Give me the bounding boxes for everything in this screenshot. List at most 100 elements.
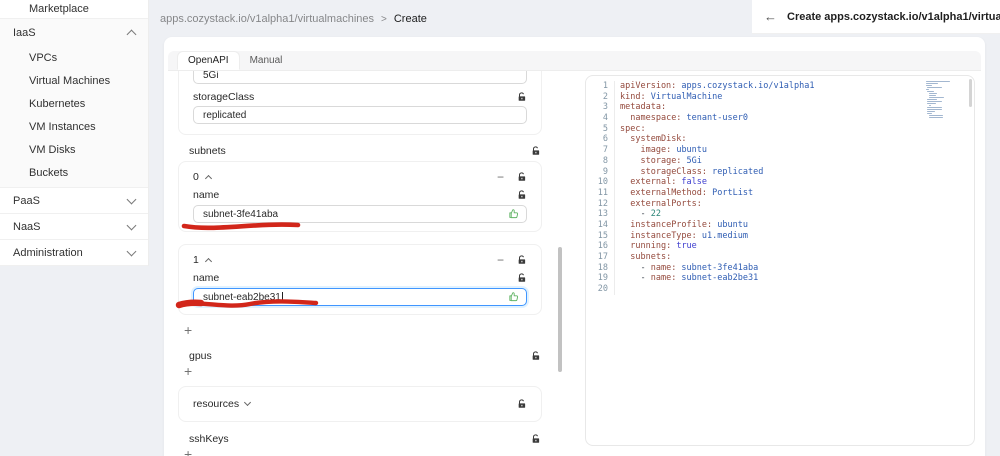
breadcrumb-path[interactable]: apps.cozystack.io/v1alpha1/virtualmachin… [160, 13, 374, 25]
chevron-up-icon [126, 29, 137, 40]
add-gpu-button[interactable]: + [184, 364, 192, 378]
app-window: Marketplace IaaS VPCs Virtual Machines Kuber… [0, 0, 1000, 456]
chevron-down-icon [244, 398, 252, 407]
lock-icon[interactable] [531, 433, 541, 444]
sidebar-item-kubernetes[interactable]: Kubernetes [0, 92, 148, 115]
sidebar-item-buckets[interactable]: Buckets [0, 161, 148, 184]
code-line: 16 running: true [586, 241, 974, 252]
line-number: 3 [586, 102, 615, 114]
code-line: 10 external: false [586, 177, 974, 188]
code-line: 2 kind: VirtualMachine [586, 91, 974, 103]
line-number: 16 [586, 241, 615, 252]
code-line: 20 [586, 284, 974, 295]
line-number: 13 [586, 209, 615, 220]
subnet-0-name-input[interactable]: subnet-3fe41aba [193, 205, 527, 223]
openapi-form: 5Gi storageClass replicated subnets 0 − [165, 71, 555, 456]
code-line: 4 namespace: tenant-user0 [586, 113, 974, 124]
line-number: 9 [586, 166, 615, 178]
code-line: 15 instanceType: u1.medium [586, 230, 974, 242]
subnet-1-name-label: name [193, 271, 220, 284]
line-number: 4 [586, 113, 615, 124]
add-subnet-button[interactable]: + [184, 323, 192, 337]
sidebar-item-vpcs[interactable]: VPCs [0, 46, 148, 69]
tab-openapi[interactable]: OpenAPI [177, 51, 240, 70]
sidebar-item-marketplace[interactable]: Marketplace [0, 0, 148, 19]
add-sshkey-button[interactable]: + [184, 447, 192, 456]
lock-icon[interactable] [531, 350, 541, 361]
subnet-1-name-value: subnet-eab2be31 [203, 291, 281, 303]
remove-icon[interactable]: − [497, 171, 504, 183]
thumbs-up-icon[interactable] [508, 291, 519, 305]
editor-minimap[interactable] [926, 81, 966, 121]
code-line: 11 externalMethod: PortList [586, 187, 974, 199]
lock-icon[interactable] [517, 91, 527, 102]
sidebar-group-label: IaaS [13, 26, 36, 39]
breadcrumb-current: Create [393, 13, 427, 25]
line-number: 10 [586, 177, 615, 188]
lock-icon[interactable] [517, 171, 527, 182]
lock-icon[interactable] [517, 254, 527, 265]
line-number: 15 [586, 230, 615, 242]
code-line: 19 - name: subnet-eab2be31 [586, 273, 974, 285]
subnets-label: subnets [189, 144, 226, 157]
line-number: 7 [586, 145, 615, 156]
text-cursor [281, 292, 283, 302]
line-number: 20 [586, 284, 615, 295]
form-scrollbar[interactable] [558, 247, 562, 372]
subnet-1-index: 1 [193, 253, 199, 266]
sidebar-item-vm-disks[interactable]: VM Disks [0, 138, 148, 161]
line-number: 5 [586, 123, 615, 135]
subnet-0-name-label: name [193, 188, 220, 201]
code-line: 7 image: ubuntu [586, 145, 974, 156]
system-disk-fieldset: 5Gi storageClass replicated [178, 71, 542, 135]
code-line: 8 storage: 5Gi [586, 155, 974, 167]
breadcrumb: apps.cozystack.io/v1alpha1/virtualmachin… [160, 13, 427, 25]
sidebar-item-vm-instances[interactable]: VM Instances [0, 115, 148, 138]
storage-input[interactable]: 5Gi [193, 71, 527, 84]
back-arrow-icon[interactable]: ← [764, 9, 777, 24]
line-number: 11 [586, 187, 615, 199]
sidebar-submenu: VPCs Virtual Machines Kubernetes VM Instanc… [0, 46, 148, 188]
chevron-down-icon [126, 220, 137, 230]
breadcrumb-separator: > [381, 14, 387, 25]
sidebar-item-virtual-machines[interactable]: Virtual Machines [0, 69, 148, 92]
chevron-down-icon [126, 246, 137, 256]
subnet-1-name-input[interactable]: subnet-eab2be31 [193, 288, 527, 306]
code-line: 1 apiVersion: apps.cozystack.io/v1alpha1 [586, 81, 974, 92]
code-line: 13 - 22 [586, 209, 974, 220]
page-title: Create apps.cozystack.io/v1alpha1/virtua… [787, 10, 1000, 23]
code-line: 9 storageClass: replicated [586, 166, 974, 178]
tab-manual[interactable]: Manual [240, 51, 293, 70]
sidebar-group-administration[interactable]: Administration [0, 240, 148, 266]
resources-toggle[interactable]: resources [193, 398, 252, 410]
remove-icon[interactable]: − [497, 254, 504, 266]
thumbs-up-icon[interactable] [508, 208, 519, 222]
storage-class-value: replicated [203, 109, 247, 121]
lock-icon[interactable] [517, 272, 527, 283]
yaml-editor[interactable]: 1 apiVersion: apps.cozystack.io/v1alpha1 2… [585, 75, 975, 446]
lock-icon[interactable] [517, 399, 527, 409]
code-line: 12 externalPorts: [586, 198, 974, 210]
storage-value: 5Gi [203, 71, 219, 81]
code-line: 6 systemDisk: [586, 134, 974, 146]
line-number: 14 [586, 219, 615, 231]
sidebar-group-naas[interactable]: NaaS [0, 214, 148, 240]
chevron-down-icon [126, 194, 137, 204]
code-lines: 1 apiVersion: apps.cozystack.io/v1alpha1 2… [586, 81, 974, 295]
sidebar-group-label: NaaS [13, 220, 41, 233]
storage-class-input[interactable]: replicated [193, 106, 527, 124]
line-number: 12 [586, 198, 615, 210]
sidebar-group-iaas[interactable]: IaaS [0, 19, 148, 46]
code-line: 17 subnets: [586, 252, 974, 263]
line-number: 19 [586, 273, 615, 285]
line-number: 18 [586, 262, 615, 274]
subnet-0-name-value: subnet-3fe41aba [203, 208, 279, 220]
lock-icon[interactable] [517, 189, 527, 200]
line-number: 1 [586, 81, 615, 92]
collapse-chevron-icon[interactable] [204, 174, 212, 183]
collapse-chevron-icon[interactable] [204, 257, 212, 266]
code-line: 5 spec: [586, 123, 974, 135]
lock-icon[interactable] [531, 145, 541, 156]
sidebar-group-paas[interactable]: PaaS [0, 188, 148, 214]
editor-scrollbar[interactable] [969, 79, 972, 107]
